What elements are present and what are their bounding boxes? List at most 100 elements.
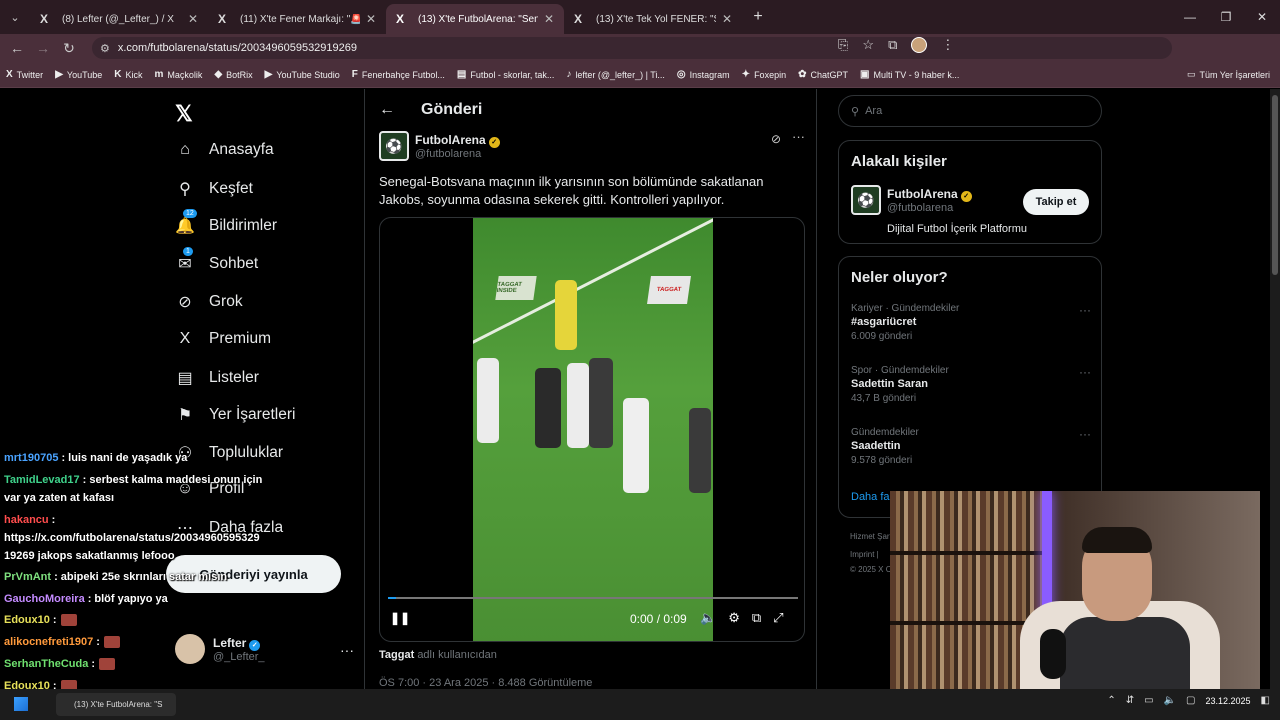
maximize-button[interactable]: ❐ — [1208, 0, 1244, 34]
chat-text: : — [52, 614, 57, 626]
tray-chevron-icon[interactable]: ⌃ — [1107, 695, 1115, 706]
nav-item-yer-i̇şaretleri[interactable]: ⚑ Yer İşaretleri — [175, 405, 296, 425]
chat-icon[interactable]: ▢ — [1186, 695, 1195, 706]
nav-item-keşfet[interactable]: ⚲ Keşfet — [175, 179, 253, 199]
bookmark-item[interactable]: ▶ YouTube — [55, 69, 102, 80]
related-avatar[interactable]: ⚽ — [851, 185, 881, 215]
bookmark-item[interactable]: ◎ Instagram — [677, 69, 730, 80]
browser-menu-icon[interactable]: ⋮ — [941, 37, 954, 53]
bookmark-item[interactable]: ✿ ChatGPT — [798, 69, 848, 80]
new-tab-button[interactable]: + — [746, 8, 770, 26]
x-logo-icon[interactable]: 𝕏 — [175, 101, 193, 127]
bookmark-item[interactable]: ✦ Foxepin — [742, 69, 786, 80]
fullscreen-icon[interactable]: ⤢ — [773, 610, 783, 626]
trend-item[interactable]: Kariyer · Gündemdekiler #asgariücret 6.009… — [851, 303, 1091, 342]
close-tab-icon[interactable]: ✕ — [188, 12, 198, 26]
nav-item-anasayfa[interactable]: ⌂ Anasayfa — [175, 141, 273, 159]
browser-tab[interactable]: X (13) X'te FutbolArena: "Senegal ✕ — [386, 4, 564, 34]
chat-username[interactable]: mrt190705 — [4, 452, 58, 464]
related-name[interactable]: FutbolArena — [887, 187, 958, 201]
bookmark-item[interactable]: X Twitter — [6, 69, 43, 80]
forward-button[interactable]: → — [30, 40, 56, 56]
related-handle[interactable]: @futbolarena — [887, 202, 972, 214]
taskbar-app[interactable]: (13) X'te FutbolArena: "S — [56, 693, 176, 716]
close-window-button[interactable]: ✕ — [1244, 0, 1280, 34]
bookmark-star-icon[interactable]: ☆ — [862, 37, 874, 53]
trend-item[interactable]: Spor · Gündemdekiler Sadettin Saran 43,7 B… — [851, 365, 1091, 404]
footer-link[interactable]: Imprint | — [850, 550, 879, 559]
chat-username[interactable]: Edoux10 — [4, 614, 50, 626]
source-user[interactable]: Taggat — [379, 649, 414, 661]
profile-avatar[interactable] — [911, 37, 928, 53]
nav-item-listeler[interactable]: ▤ Listeler — [175, 368, 259, 388]
volume-icon[interactable]: 🔈 — [1164, 695, 1176, 706]
chat-username[interactable]: PrVmAnt — [4, 571, 51, 583]
reload-button[interactable]: ↻ — [56, 40, 82, 57]
bookmark-item[interactable]: ♪ lefter (@_lefter_) | Ti... — [566, 69, 665, 80]
close-tab-icon[interactable]: ✕ — [722, 12, 732, 26]
notification-icon[interactable]: ◧ — [1261, 695, 1270, 706]
site-info-icon[interactable]: ⚙ — [100, 42, 110, 55]
settings-icon[interactable]: ⚙ — [728, 610, 740, 626]
all-bookmarks[interactable]: ▭ Tüm Yer İşaretleri — [1187, 69, 1270, 80]
grok-icon[interactable]: ⊘ — [771, 132, 781, 146]
bookmark-item[interactable]: ▶ YouTube Studio — [265, 69, 340, 80]
bookmark-item[interactable]: ▤ Futbol - skorlar, tak... — [457, 69, 554, 80]
streamer-body — [1060, 617, 1190, 696]
pip-icon[interactable]: ⧉ — [752, 610, 761, 626]
account-switcher[interactable]: Lefter ✓ @_Lefter_ ··· — [175, 634, 354, 664]
browser-tab[interactable]: X (11) X'te Fener Markajı: "🚨 Fener ✕ — [208, 4, 386, 34]
network-icon[interactable]: ⇵ — [1126, 695, 1134, 706]
post-author[interactable]: ⚽ FutbolArena ✓ @futbolarena — [379, 131, 500, 161]
scrollbar-thumb[interactable] — [1272, 95, 1278, 275]
back-arrow-icon[interactable]: ← — [379, 101, 395, 119]
bookmark-item[interactable]: ▣ Multi TV - 9 haber k... — [860, 69, 959, 80]
trend-more-icon[interactable]: ··· — [1079, 427, 1091, 441]
nav-item-premium[interactable]: X Premium — [175, 330, 271, 348]
author-avatar[interactable]: ⚽ — [379, 131, 409, 161]
windows-start-icon[interactable] — [14, 697, 28, 711]
pause-icon[interactable]: ❚❚ — [390, 611, 410, 625]
minimize-button[interactable]: — — [1172, 0, 1208, 34]
nav-item-bildirimler[interactable]: 🔔 12 Bildirimler — [175, 209, 277, 236]
nav-item-topluluklar[interactable]: ⚇ Topluluklar — [175, 443, 283, 463]
bookmark-item[interactable]: m Maçkolik — [155, 69, 203, 80]
chat-username[interactable]: alikocnefreti1907 — [4, 636, 93, 648]
bookmark-label: Foxepin — [754, 69, 787, 80]
search-input[interactable]: ⚲ Ara — [838, 95, 1102, 127]
follow-button[interactable]: Takip et — [1023, 189, 1089, 215]
trend-item[interactable]: Gündemdekiler Saadettin 9.578 gönderi ··· — [851, 427, 1091, 466]
nav-item-sohbet[interactable]: ✉ 1 Sohbet — [175, 247, 259, 274]
mute-icon[interactable]: 🔈 — [700, 610, 716, 626]
tab-search-button[interactable]: ⌄ — [0, 0, 30, 34]
chat-username[interactable]: GauchoMoreira — [4, 593, 85, 605]
nav-item-grok[interactable]: ⊘ Grok — [175, 292, 242, 312]
related-account[interactable]: ⚽ FutbolArena ✓ @futbolarena — [851, 185, 972, 215]
author-handle[interactable]: @futbolarena — [415, 148, 500, 160]
author-name[interactable]: FutbolArena — [415, 133, 486, 147]
extensions-icon[interactable]: ⧉ — [888, 37, 897, 53]
close-tab-icon[interactable]: ✕ — [544, 12, 554, 26]
nav-label: Sohbet — [209, 255, 259, 272]
video-player[interactable]: TAGGAT INSIDE TAGGAT ❚❚ 0:00 / 0:09 🔈 ⚙ … — [379, 217, 805, 642]
chat-username[interactable]: TamidLevad17 — [4, 474, 80, 486]
page-scrollbar[interactable] — [1270, 89, 1280, 689]
bookmark-item[interactable]: K Kick — [114, 69, 142, 80]
install-app-icon[interactable]: ⎘ — [838, 37, 848, 53]
taskbar-date[interactable]: 23.12.2025 — [1206, 696, 1251, 706]
chat-username[interactable]: SerhanTheCuda — [4, 658, 88, 670]
more-icon[interactable]: ··· — [340, 642, 354, 658]
browser-tab[interactable]: X (8) Lefter (@_Lefter_) / X ✕ — [30, 4, 208, 34]
close-tab-icon[interactable]: ✕ — [366, 12, 376, 26]
back-button[interactable]: ← — [4, 40, 30, 56]
chat-username[interactable]: hakancu — [4, 514, 49, 526]
video-progress-bar[interactable] — [388, 597, 798, 599]
trend-more-icon[interactable]: ··· — [1079, 303, 1091, 317]
display-icon[interactable]: ▭ — [1144, 695, 1153, 706]
trend-count: 9.578 gönderi — [851, 455, 913, 466]
browser-tab[interactable]: X (13) X'te Tek Yol FENER: "Samsun ✕ — [564, 4, 742, 34]
more-options-icon[interactable]: ··· — [792, 129, 805, 144]
bookmark-item[interactable]: ◆ BotRix — [214, 69, 252, 80]
bookmark-item[interactable]: F Fenerbahçe Futbol... — [352, 69, 445, 80]
trend-more-icon[interactable]: ··· — [1079, 365, 1091, 379]
